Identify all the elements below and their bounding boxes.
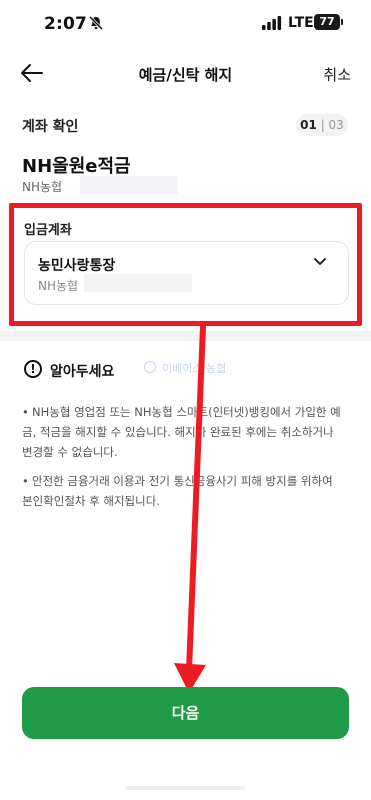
network-type: LTE xyxy=(288,15,314,31)
annotation-arrow xyxy=(174,325,206,693)
step-total: 03 xyxy=(328,118,344,132)
next-button[interactable]: 다음 xyxy=(22,687,349,739)
step-current: 01 xyxy=(300,118,317,132)
product-name: NH올원e적금 xyxy=(22,156,131,177)
notice-title: 알아두세요 xyxy=(50,364,115,380)
bullet-dot: • xyxy=(22,474,29,488)
product-account-prefix: NH농협 xyxy=(22,180,63,194)
masked-account-number xyxy=(80,176,178,194)
step-indicator: 01 | 03 xyxy=(296,114,348,136)
battery-indicator: 77 xyxy=(314,14,343,30)
bell-mute-icon xyxy=(88,15,104,31)
signal-icon xyxy=(262,16,282,30)
step-separator: | xyxy=(320,118,329,132)
page-title: 예금/신탁 해지 xyxy=(138,66,233,84)
status-time: 2:07 xyxy=(44,14,88,34)
home-indicator xyxy=(125,786,245,790)
exclamation-circle-icon: ! xyxy=(24,360,42,378)
highlight-annotation-box xyxy=(9,203,362,326)
bullet-dot: • xyxy=(22,405,29,419)
section-title: 계좌 확인 xyxy=(22,119,79,135)
cancel-button[interactable]: 취소 xyxy=(323,64,351,85)
